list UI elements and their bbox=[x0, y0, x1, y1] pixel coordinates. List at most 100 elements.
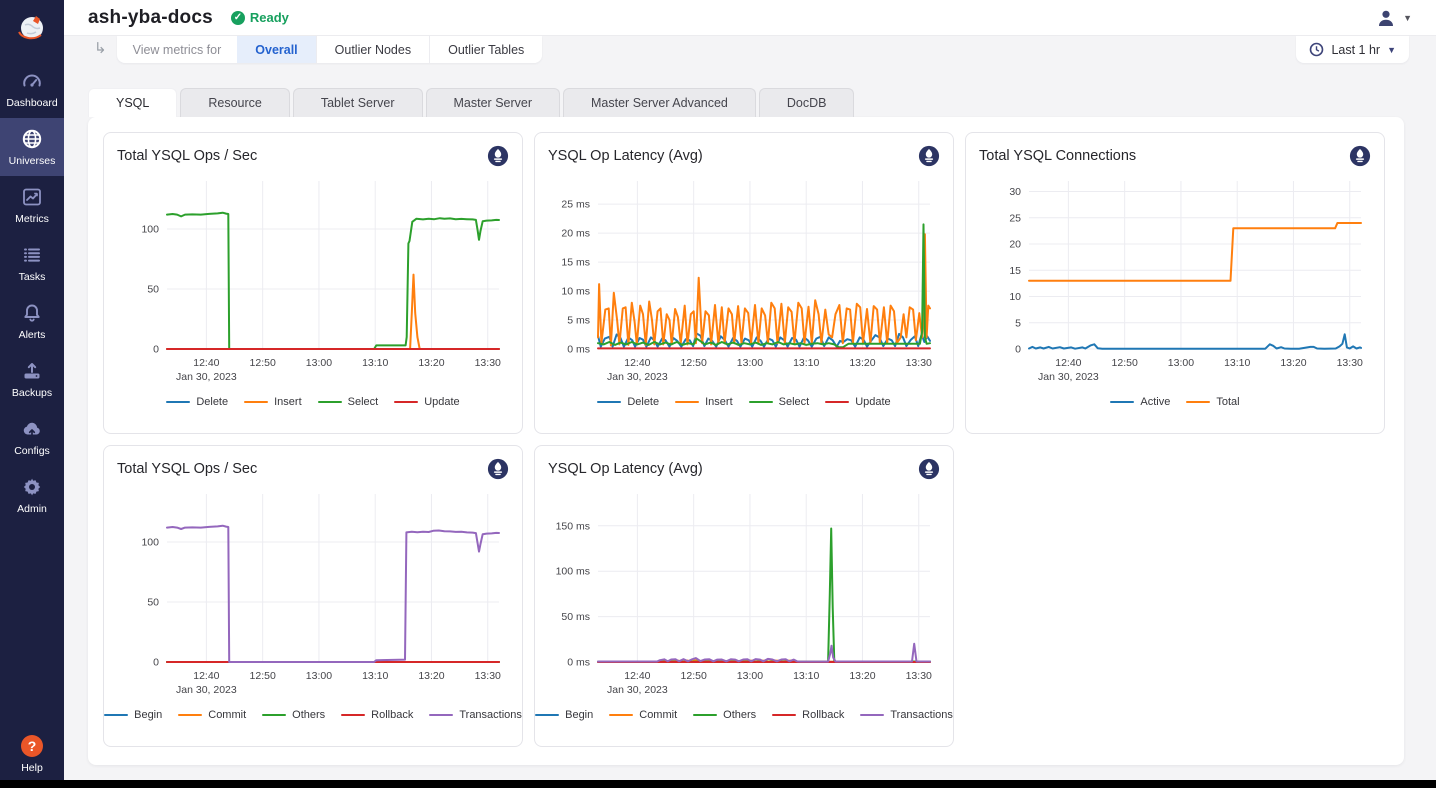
line-chart-icon bbox=[21, 186, 43, 208]
legend-label: Delete bbox=[627, 396, 659, 408]
sidebar-item-configs[interactable]: Configs bbox=[0, 408, 64, 466]
time-range-dropdown[interactable]: Last 1 hr ▼ bbox=[1296, 36, 1409, 63]
sidebar-item-label: Universes bbox=[9, 155, 56, 167]
legend-label: Insert bbox=[705, 396, 733, 408]
svg-text:12:40: 12:40 bbox=[193, 357, 219, 369]
prometheus-icon[interactable] bbox=[487, 458, 509, 480]
legend-label: Begin bbox=[134, 709, 162, 721]
view-metrics-switch: View metrics for OverallOutlier NodesOut… bbox=[117, 36, 543, 63]
chart-legend: Delete Insert Select Update bbox=[548, 396, 940, 408]
prometheus-icon[interactable] bbox=[918, 145, 940, 167]
svg-text:10 ms: 10 ms bbox=[561, 286, 590, 298]
legend-item-insert[interactable]: Insert bbox=[675, 396, 733, 408]
chart-legend: Delete Insert Select Update bbox=[117, 396, 509, 408]
svg-text:100 ms: 100 ms bbox=[556, 566, 590, 578]
upload-tray-icon bbox=[21, 360, 43, 382]
legend-item-delete[interactable]: Delete bbox=[597, 396, 659, 408]
chevron-down-icon: ▼ bbox=[1403, 13, 1412, 23]
legend-item-commit[interactable]: Commit bbox=[609, 709, 677, 721]
svg-text:50: 50 bbox=[147, 284, 159, 296]
tab-ysql[interactable]: YSQL bbox=[88, 88, 177, 117]
chart-canvas[interactable]: 05010012:40Jan 30, 202312:5013:0013:1013… bbox=[117, 484, 509, 700]
tab-resource[interactable]: Resource bbox=[180, 88, 290, 117]
charts-grid: Total YSQL Ops / Sec05010012:40Jan 30, 2… bbox=[88, 117, 1404, 762]
chart-canvas[interactable]: 05010012:40Jan 30, 202312:5013:0013:1013… bbox=[117, 171, 509, 387]
sidebar-item-universes[interactable]: Universes bbox=[0, 118, 64, 176]
prometheus-icon[interactable] bbox=[487, 145, 509, 167]
legend-item-update[interactable]: Update bbox=[825, 396, 890, 408]
prometheus-icon[interactable] bbox=[1349, 145, 1371, 167]
svg-text:25: 25 bbox=[1009, 212, 1021, 224]
sidebar-item-alerts[interactable]: Alerts bbox=[0, 292, 64, 350]
user-menu[interactable]: ▼ bbox=[1376, 8, 1412, 28]
sidebar-item-dashboard[interactable]: Dashboard bbox=[0, 60, 64, 118]
metric-card: Total YSQL Connections05101520253012:40J… bbox=[965, 132, 1385, 434]
svg-text:10: 10 bbox=[1009, 291, 1021, 303]
metric-card: Total YSQL Ops / Sec05010012:40Jan 30, 2… bbox=[103, 132, 523, 434]
svg-text:Jan 30, 2023: Jan 30, 2023 bbox=[176, 371, 237, 383]
sidebar-item-help[interactable]: ? Help bbox=[0, 735, 64, 774]
tab-master-server[interactable]: Master Server bbox=[426, 88, 561, 117]
legend-item-select[interactable]: Select bbox=[749, 396, 810, 408]
list-icon bbox=[21, 244, 43, 266]
legend-item-delete[interactable]: Delete bbox=[166, 396, 228, 408]
metric-card: YSQL Op Latency (Avg)0 ms5 ms10 ms15 ms2… bbox=[534, 132, 954, 434]
svg-text:12:40: 12:40 bbox=[193, 670, 219, 682]
legend-item-transactions[interactable]: Transactions bbox=[429, 709, 522, 721]
svg-text:13:10: 13:10 bbox=[362, 670, 388, 682]
svg-text:100: 100 bbox=[141, 537, 159, 549]
scope-tab-overall[interactable]: Overall bbox=[237, 36, 315, 63]
legend-item-rollback[interactable]: Rollback bbox=[772, 709, 844, 721]
tab-master-server-advanced[interactable]: Master Server Advanced bbox=[563, 88, 756, 117]
svg-text:50: 50 bbox=[147, 597, 159, 609]
svg-text:20 ms: 20 ms bbox=[561, 228, 590, 240]
yugabyte-logo[interactable] bbox=[0, 0, 64, 58]
chart-canvas[interactable]: 0 ms5 ms10 ms15 ms20 ms25 ms12:40Jan 30,… bbox=[548, 171, 940, 387]
scope-tab-outlier-tables[interactable]: Outlier Tables bbox=[429, 36, 542, 63]
check-icon: ✓ bbox=[231, 11, 245, 25]
universe-title: ash-yba-docs bbox=[88, 7, 213, 29]
status-label: Ready bbox=[250, 10, 289, 25]
sidebar-item-backups[interactable]: Backups bbox=[0, 350, 64, 408]
legend-item-rollback[interactable]: Rollback bbox=[341, 709, 413, 721]
svg-text:13:20: 13:20 bbox=[418, 670, 444, 682]
legend-item-select[interactable]: Select bbox=[318, 396, 379, 408]
svg-text:150 ms: 150 ms bbox=[556, 520, 590, 532]
svg-text:Jan 30, 2023: Jan 30, 2023 bbox=[607, 684, 668, 696]
svg-text:0 ms: 0 ms bbox=[567, 657, 590, 669]
svg-text:13:10: 13:10 bbox=[362, 357, 388, 369]
chart-canvas[interactable]: 0 ms50 ms100 ms150 ms12:40Jan 30, 202312… bbox=[548, 484, 940, 700]
svg-text:12:40: 12:40 bbox=[624, 670, 650, 682]
legend-item-transactions[interactable]: Transactions bbox=[860, 709, 953, 721]
prometheus-icon[interactable] bbox=[918, 458, 940, 480]
legend-item-update[interactable]: Update bbox=[394, 396, 459, 408]
tab-tablet-server[interactable]: Tablet Server bbox=[293, 88, 423, 117]
svg-text:13:30: 13:30 bbox=[906, 670, 932, 682]
legend-item-total[interactable]: Total bbox=[1186, 396, 1239, 408]
time-range-value: Last 1 hr bbox=[1331, 43, 1380, 57]
legend-item-others[interactable]: Others bbox=[693, 709, 756, 721]
legend-label: Transactions bbox=[890, 709, 953, 721]
legend-label: Transactions bbox=[459, 709, 522, 721]
sidebar-item-metrics[interactable]: Metrics bbox=[0, 176, 64, 234]
legend-label: Insert bbox=[274, 396, 302, 408]
legend-label: Begin bbox=[565, 709, 593, 721]
sidebar-item-label: Admin bbox=[17, 503, 47, 515]
sidebar-item-admin[interactable]: Admin bbox=[0, 466, 64, 524]
legend-label: Update bbox=[855, 396, 890, 408]
legend-item-active[interactable]: Active bbox=[1110, 396, 1170, 408]
tab-docdb[interactable]: DocDB bbox=[759, 88, 855, 117]
legend-item-commit[interactable]: Commit bbox=[178, 709, 246, 721]
chart-canvas[interactable]: 05101520253012:40Jan 30, 202312:5013:001… bbox=[979, 171, 1371, 387]
sidebar-item-tasks[interactable]: Tasks bbox=[0, 234, 64, 292]
legend-item-others[interactable]: Others bbox=[262, 709, 325, 721]
help-label: Help bbox=[21, 762, 43, 774]
legend-item-insert[interactable]: Insert bbox=[244, 396, 302, 408]
legend-item-begin[interactable]: Begin bbox=[535, 709, 593, 721]
svg-text:12:40: 12:40 bbox=[1055, 357, 1081, 369]
scope-tab-outlier-nodes[interactable]: Outlier Nodes bbox=[316, 36, 429, 63]
sidebar-item-label: Tasks bbox=[19, 271, 46, 283]
legend-item-begin[interactable]: Begin bbox=[104, 709, 162, 721]
sidebar-item-label: Configs bbox=[14, 445, 50, 457]
svg-text:13:30: 13:30 bbox=[475, 357, 501, 369]
